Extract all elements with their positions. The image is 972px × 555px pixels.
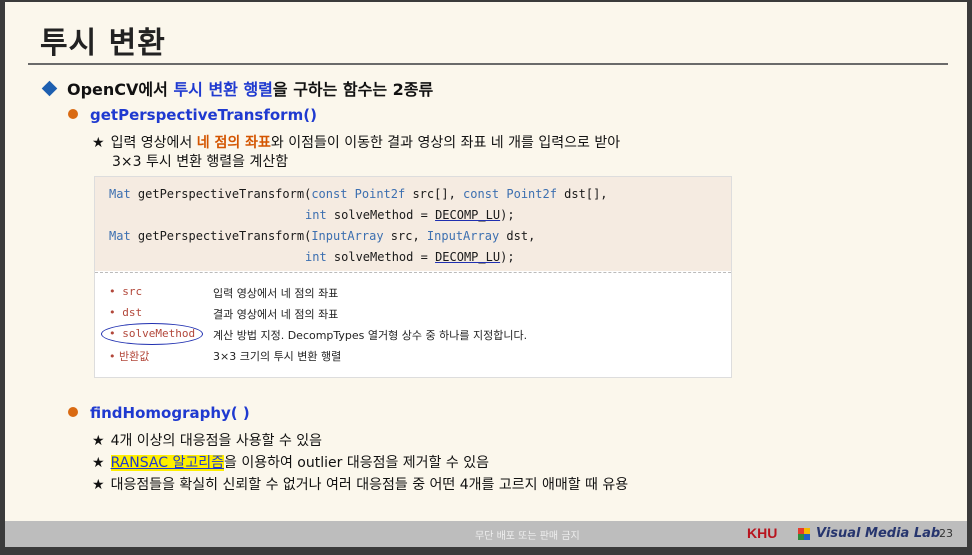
title-divider bbox=[28, 63, 948, 65]
line-pre: 입력 영상에서 bbox=[110, 135, 197, 151]
lab-name: Visual Media Lab bbox=[816, 526, 941, 541]
handwritten-circle-annotation bbox=[101, 323, 203, 345]
section2-line-3: ★ 대응점들을 확실히 신뢰할 수 없거나 여러 대응점들 중 어떤 4개를 고르… bbox=[92, 477, 629, 493]
param-row-src: • src bbox=[109, 285, 143, 298]
section-heading-label: getPerspectiveTransform() bbox=[90, 106, 317, 124]
footer-notice: 무단 배포 또는 판매 금지 bbox=[475, 531, 580, 542]
param-desc-return: 3×3 크기의 투시 변환 행렬 bbox=[213, 350, 342, 363]
section-heading-getperspective: getPerspectiveTransform() bbox=[68, 106, 317, 124]
main-bullet-post: 을 구하는 함수는 2종류 bbox=[272, 80, 434, 99]
main-bullet: OpenCV에서 투시 변환 행렬을 구하는 함수는 2종류 bbox=[41, 76, 434, 100]
star-icon: ★ bbox=[92, 477, 105, 493]
section1-line-2: 3×3 투시 변환 행렬을 계산함 bbox=[112, 154, 289, 170]
param-row-return: • 반환값 bbox=[109, 350, 150, 363]
code-line-2: int solveMethod = DECOMP_LU); bbox=[305, 208, 515, 222]
code-reference-box: Mat getPerspectiveTransform(const Point2… bbox=[94, 176, 732, 378]
function-signatures: Mat getPerspectiveTransform(const Point2… bbox=[95, 177, 731, 271]
section-heading-label: findHomography( ) bbox=[90, 404, 250, 422]
section1-line-1: ★ 입력 영상에서 네 점의 좌표와 이점들이 이동한 결과 영상의 좌표 네 개… bbox=[92, 132, 620, 152]
param-desc-src: 입력 영상에서 네 점의 좌표 bbox=[213, 287, 339, 300]
star-icon: ★ bbox=[92, 135, 105, 151]
lab-logo-icon bbox=[798, 528, 810, 540]
code-line-1: Mat getPerspectiveTransform(const Point2… bbox=[109, 187, 608, 201]
footer-bar: 무단 배포 또는 판매 금지 KHU Visual Media Lab 23 bbox=[5, 521, 967, 547]
section-heading-findhomography: findHomography( ) bbox=[68, 404, 250, 422]
khu-logo: KHU bbox=[747, 525, 778, 541]
main-bullet-highlight: 투시 변환 행렬 bbox=[173, 80, 273, 99]
param-desc-solvemethod: 계산 방법 지정. DecompTypes 열거형 상수 중 하나를 지정합니다… bbox=[213, 329, 528, 342]
ransac-highlight: RANSAC 알고리즘 bbox=[110, 455, 224, 471]
bottom-border bbox=[0, 547, 972, 555]
param-row-dst: • dst bbox=[109, 306, 143, 319]
star-icon: ★ bbox=[92, 433, 105, 449]
line-post: 와 이점들이 이동한 결과 영상의 좌표 네 개를 입력으로 받아 bbox=[270, 135, 621, 151]
decomp-lu-underlined: DECOMP_LU bbox=[435, 208, 501, 222]
line-emph: 네 점의 좌표 bbox=[196, 135, 271, 151]
slide-title: 투시 변환 bbox=[40, 26, 166, 61]
section2-line-1: ★ 4개 이상의 대응점을 사용할 수 있음 bbox=[92, 433, 323, 449]
page-number: 23 bbox=[939, 527, 953, 540]
code-line-3: Mat getPerspectiveTransform(InputArray s… bbox=[109, 229, 536, 243]
code-line-4: int solveMethod = DECOMP_LU); bbox=[305, 250, 515, 264]
section2-line-2: ★ RANSAC 알고리즘을 이용하여 outlier 대응점을 제거할 수 있음 bbox=[92, 455, 489, 471]
diamond-icon bbox=[41, 80, 58, 97]
circle-bullet-icon bbox=[68, 407, 78, 417]
circle-bullet-icon bbox=[68, 109, 78, 119]
decomp-lu-underlined: DECOMP_LU bbox=[435, 250, 501, 264]
main-bullet-pre: OpenCV에서 bbox=[67, 80, 174, 99]
code-divider bbox=[95, 272, 731, 273]
param-desc-dst: 결과 영상에서 네 점의 좌표 bbox=[213, 308, 339, 321]
star-icon: ★ bbox=[92, 455, 105, 471]
